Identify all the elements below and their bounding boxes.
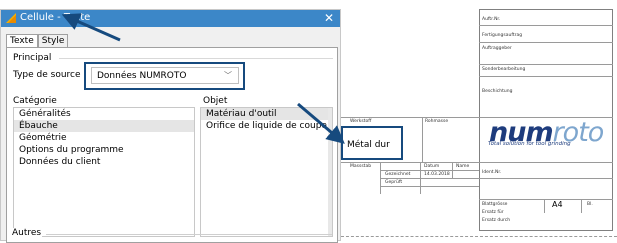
tab-panel-texte: Principal Type de source Données NUMROTO… [6,47,338,243]
divider [341,162,479,163]
label-sonderbearbeitung: Sonderbearbeitung [482,67,526,72]
divider [479,64,613,65]
divider [380,178,479,179]
list-item[interactable]: Ébauche [14,120,194,132]
tab-texte[interactable]: Texte [6,34,38,48]
list-item[interactable]: Données du client [14,156,194,168]
list-item[interactable]: Matériau d'outil [201,108,332,120]
dashed-border [341,236,617,237]
objet-list[interactable]: Matériau d'outil Orifice de liquide de c… [200,107,333,237]
label-werkstoff: Werkstoff [350,119,372,124]
label-ident-nr: Ident.Nr. [482,170,502,175]
categorie-list[interactable]: Généralités Ébauche Géométrie Options du… [13,107,195,237]
label-ersatz-durch: Ersatz durch [482,218,511,223]
tab-bar: Texte Style [6,34,69,48]
app-icon [6,13,16,23]
close-icon[interactable]: ✕ [324,10,334,27]
label-datum: Datum [424,164,440,169]
divider [341,117,479,118]
divider [581,199,582,213]
divider [479,76,613,77]
divider [479,25,613,26]
label-blattgroesse: Blattgrösse [482,202,508,207]
divider [452,162,453,178]
divider [479,162,613,163]
label-ersatz-fuer: Ersatz für [482,210,504,215]
divider [422,117,423,162]
divider [479,42,613,43]
autres-label: Autres [11,228,43,238]
label-geprueft: Geprüft [385,180,403,185]
autres-rule [46,234,332,235]
label-bl: Bl. [587,202,593,207]
material-value: Métal dur [347,140,390,150]
list-item[interactable]: Options du programme [14,144,194,156]
logo-tagline: Total solution for tool grinding [488,141,571,147]
divider [380,162,381,194]
label-beschichtung: Beschichtung [482,89,513,94]
list-item[interactable]: Orifice de liquide de coupe [201,120,332,132]
label-massstab: Massstab [350,164,372,169]
label-fertigungsauftrag: Fertigungsauftrag [482,33,523,38]
tab-style[interactable]: Style [37,34,69,47]
material-cell[interactable]: Métal dur [341,126,403,160]
list-item[interactable]: Généralités [14,108,194,120]
label-auftrag-nr: Auftr.Nr. [482,17,501,22]
source-type-label: Type de source [13,70,81,80]
divider [420,162,421,194]
objet-label: Objet [203,96,228,106]
cell-text-dialog: Cellule - Texte ✕ Texte Style Principal … [0,9,341,243]
label-gezeichnet: Gezeichnet [385,172,411,177]
principal-rule [59,58,333,59]
label-auftraggeber: Auftraggeber [482,46,512,51]
divider [380,170,479,171]
divider [544,199,545,213]
divider [380,186,479,187]
divider [479,199,613,200]
list-item[interactable]: Géométrie [14,132,194,144]
label-name: Name [456,164,470,169]
source-highlight-box [84,62,245,90]
blattgroesse-value: A4 [552,200,563,209]
title-bar[interactable]: Cellule - Texte ✕ [1,10,340,27]
label-rohmasse: Rohmasse [425,119,449,124]
principal-group-label: Principal [13,53,52,63]
dialog-title: Cellule - Texte [20,12,91,23]
categorie-label: Catégorie [13,96,57,106]
objet-scrollbar[interactable] [328,108,332,236]
date-value: 14.03.2018 [424,172,450,177]
divider [479,178,613,179]
